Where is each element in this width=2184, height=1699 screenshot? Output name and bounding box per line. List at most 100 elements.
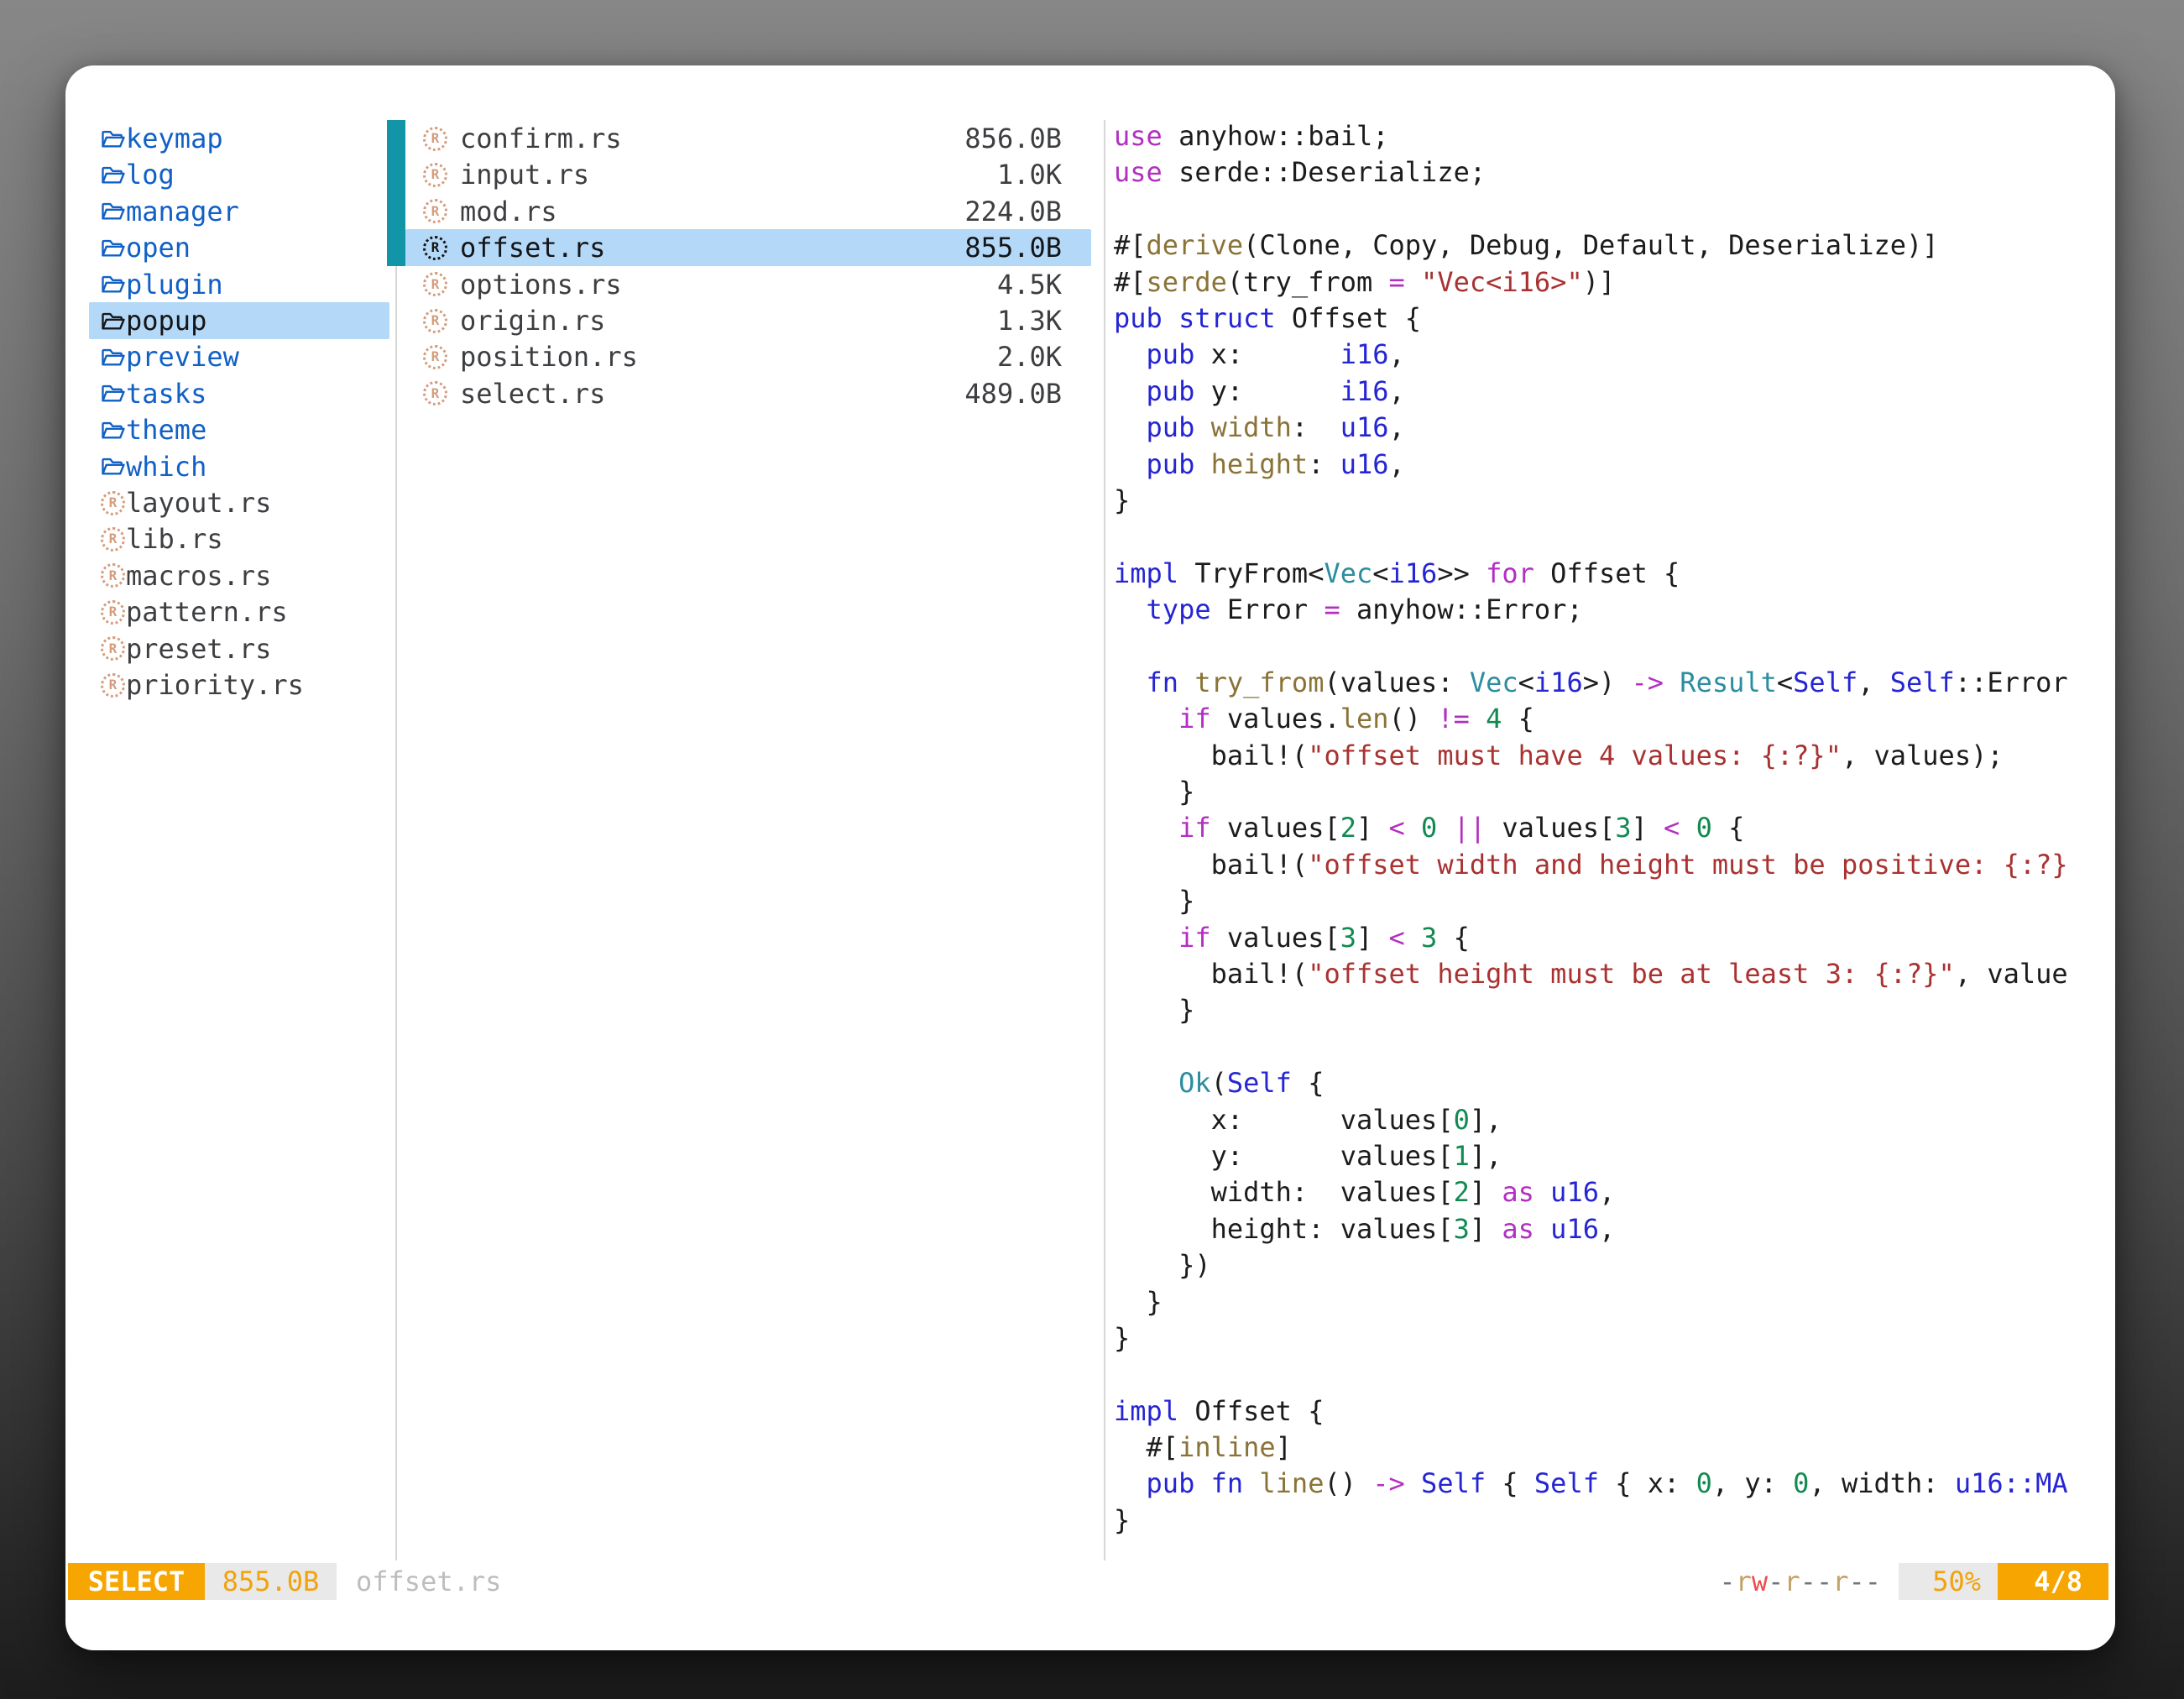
code-line: pub struct Offset { [1114, 302, 2072, 338]
file-row-input-rs[interactable]: Rinput.rs1.0K [405, 156, 1091, 193]
rust-file-icon: R [423, 381, 447, 405]
icon-slot: R [405, 381, 460, 405]
file-size: 856.0B [964, 123, 1062, 154]
sidebar-item-keymap[interactable]: keymap [89, 120, 389, 157]
sidebar-item-preset-rs[interactable]: Rpreset.rs [89, 630, 389, 667]
icon-slot [89, 381, 126, 405]
file-name: confirm.rs [460, 123, 622, 154]
code-line: use anyhow::bail; [1114, 120, 2072, 156]
code-line: width: values[2] as u16, [1114, 1176, 2072, 1212]
code-line: impl Offset { [1114, 1395, 2072, 1431]
rust-file-icon: R [423, 199, 447, 223]
sidebar-item-log[interactable]: log [89, 156, 389, 193]
code-line [1114, 1031, 2072, 1067]
code-line: if values.len() != 4 { [1114, 703, 2072, 739]
folder-open-icon [101, 199, 126, 223]
file-name: origin.rs [460, 305, 605, 337]
folder-open-icon [101, 454, 126, 478]
sidebar-item-pattern-rs[interactable]: Rpattern.rs [89, 593, 389, 630]
file-size: 4.5K [997, 269, 1062, 301]
code-line: pub y: i16, [1114, 375, 2072, 411]
code-line: } [1114, 994, 2072, 1030]
icon-slot: R [405, 236, 460, 260]
code-line: } [1114, 1286, 2072, 1322]
code-line: pub height: u16, [1114, 448, 2072, 484]
icon-slot [89, 199, 126, 223]
sidebar-item-preview[interactable]: preview [89, 338, 389, 375]
icon-slot [89, 418, 126, 442]
folder-name: keymap [126, 123, 223, 154]
cursor-position-chip: 4/8 [1998, 1563, 2108, 1600]
rust-file-icon: R [423, 127, 447, 151]
rust-file-icon: R [101, 527, 125, 552]
code-line: bail!("offset must have 4 values: {:?}",… [1114, 740, 2072, 776]
file-name: priority.rs [126, 669, 304, 701]
sidebar-item-open[interactable]: open [89, 229, 389, 266]
sidebar-item-layout-rs[interactable]: Rlayout.rs [89, 484, 389, 521]
file-row-confirm-rs[interactable]: Rconfirm.rs 856.0B [405, 120, 1091, 157]
file-size-chip: 855.0B [205, 1563, 337, 1600]
code-line [1114, 193, 2072, 229]
mode-badge: SELECT [68, 1563, 205, 1600]
rust-file-icon: R [423, 309, 447, 333]
file-size: 1.3K [997, 305, 1062, 337]
file-row-options-rs[interactable]: Roptions.rs4.5K [405, 266, 1091, 303]
sidebar-item-macros-rs[interactable]: Rmacros.rs [89, 557, 389, 594]
sidebar-item-which[interactable]: which [89, 448, 389, 485]
sidebar-item-priority-rs[interactable]: Rpriority.rs [89, 667, 389, 703]
file-row-mod-rs[interactable]: Rmod.rs224.0B [405, 193, 1091, 230]
sidebar-item-theme[interactable]: theme [89, 411, 389, 448]
code-line: #[serde(try_from = "Vec<i16>")] [1114, 266, 2072, 302]
code-line: } [1114, 885, 2072, 921]
code-line: use serde::Deserialize; [1114, 156, 2072, 192]
code-line: pub fn line() -> Self { Self { x: 0, y: … [1114, 1467, 2072, 1503]
code-line: height: values[3] as u16, [1114, 1213, 2072, 1249]
icon-slot: R [89, 491, 126, 515]
code-line: #[inline] [1114, 1431, 2072, 1467]
code-line: bail!("offset width and height must be p… [1114, 849, 2072, 885]
scroll-percent-chip: 50% [1899, 1563, 1998, 1600]
rust-file-icon: R [423, 345, 447, 369]
sidebar-item-popup[interactable]: popup [89, 302, 389, 339]
code-line [1114, 1358, 2072, 1394]
icon-slot: R [405, 309, 460, 333]
folder-open-icon [101, 272, 126, 296]
folder-name: theme [126, 414, 206, 446]
sidebar-item-tasks[interactable]: tasks [89, 375, 389, 412]
folder-open-icon [101, 418, 126, 442]
file-name: macros.rs [126, 560, 271, 592]
code-line: x: values[0], [1114, 1104, 2072, 1140]
icon-slot [89, 127, 126, 151]
code-line: } [1114, 484, 2072, 520]
code-line: pub width: u16, [1114, 411, 2072, 447]
icon-slot: R [89, 673, 126, 698]
sidebar-item-plugin[interactable]: plugin [89, 266, 389, 303]
rust-file-icon: R [423, 272, 447, 296]
code-line: impl TryFrom<Vec<i16>> for Offset { [1114, 557, 2072, 593]
file-row-position-rs[interactable]: Rposition.rs2.0K [405, 338, 1091, 375]
icon-slot: R [89, 600, 126, 625]
folder-name: tasks [126, 378, 206, 410]
icon-slot: R [89, 563, 126, 588]
file-name: offset.rs [460, 232, 605, 264]
file-name: layout.rs [126, 487, 271, 519]
sidebar-item-lib-rs[interactable]: Rlib.rs [89, 520, 389, 557]
folder-name: open [126, 232, 191, 264]
code-line: type Error = anyhow::Error; [1114, 593, 2072, 630]
preview-pane[interactable]: use anyhow::bail;use serde::Deserialize;… [1114, 120, 2072, 1560]
icon-slot: R [89, 636, 126, 661]
rust-file-icon: R [101, 600, 125, 625]
code-line: Ok(Self { [1114, 1067, 2072, 1103]
file-name: select.rs [460, 378, 605, 410]
sidebar-item-manager[interactable]: manager [89, 193, 389, 230]
file-row-offset-rs[interactable]: Roffset.rs855.0B [405, 229, 1091, 266]
file-row-select-rs[interactable]: Rselect.rs489.0B [405, 375, 1091, 412]
hovered-file-name: offset.rs [356, 1563, 501, 1600]
folder-name: manager [126, 196, 239, 227]
icon-slot [89, 272, 126, 296]
file-size: 2.0K [997, 341, 1062, 373]
status-bar: SELECT 855.0B offset.rs -rw-r--r-- 50% 4… [68, 1563, 2108, 1600]
code-line: if values[2] < 0 || values[3] < 0 { [1114, 812, 2072, 848]
pane-divider-right [1104, 120, 1105, 1560]
file-row-origin-rs[interactable]: Rorigin.rs 1.3K [405, 302, 1091, 339]
